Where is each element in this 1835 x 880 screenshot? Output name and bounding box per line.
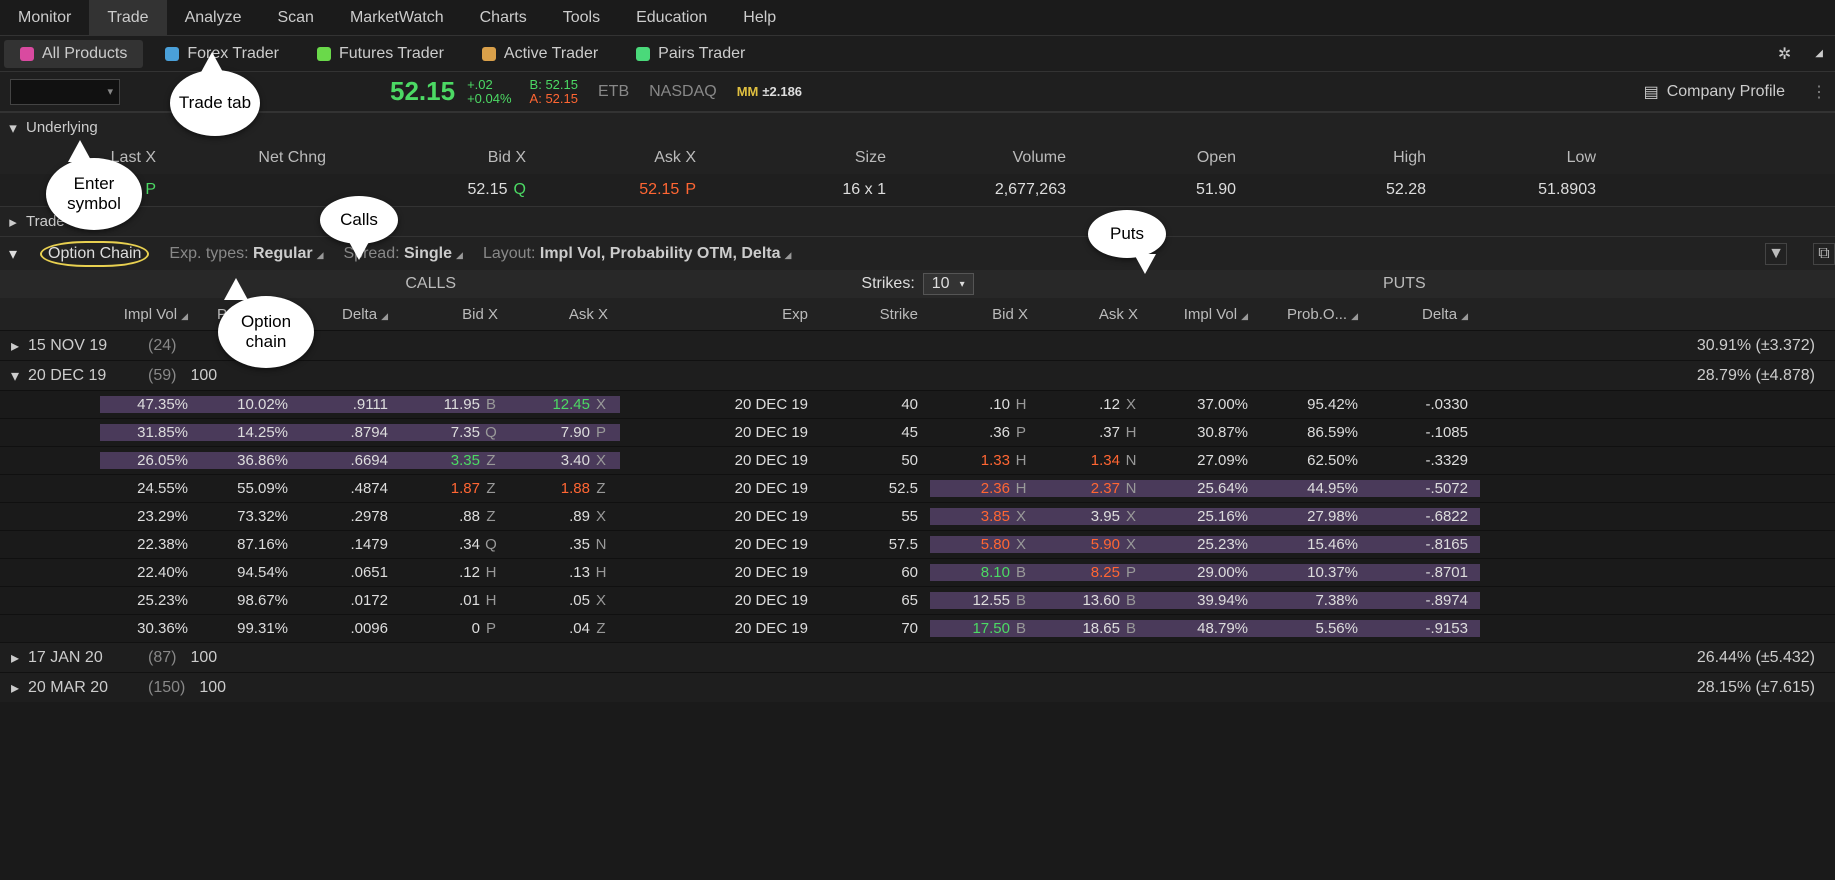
company-profile-button[interactable]: ▤ Company Profile [1626, 82, 1803, 102]
profile-icon: ▤ [1644, 82, 1659, 102]
tab-futures-trader[interactable]: Futures Trader [301, 40, 460, 68]
menu-help[interactable]: Help [725, 0, 794, 35]
option-row[interactable]: 24.55%55.09%.48741.87Z1.88Z20 DEC 1952.5… [0, 474, 1835, 502]
option-row[interactable]: 22.38%87.16%.1479.34Q.35N20 DEC 1957.55.… [0, 530, 1835, 558]
tab-active-trader[interactable]: Active Trader [466, 40, 614, 68]
layout-selector[interactable]: Layout: Impl Vol, Probability OTM, Delta… [483, 245, 791, 263]
option-row[interactable]: 23.29%73.32%.2978.88Z.89X20 DEC 19553.85… [0, 502, 1835, 530]
option-row[interactable]: 22.40%94.54%.0651.12H.13H20 DEC 19608.10… [0, 558, 1835, 586]
menu-education[interactable]: Education [618, 0, 725, 35]
collapse-all-icon[interactable]: ▼ [1765, 243, 1787, 265]
chevron-down-icon[interactable]: ▾ [6, 244, 20, 264]
option-row[interactable]: 25.23%98.67%.0172.01H.05X20 DEC 196512.5… [0, 586, 1835, 614]
option-row[interactable]: 26.05%36.86%.66943.35Z3.40X20 DEC 19501.… [0, 446, 1835, 474]
etb-badge: ETB [598, 83, 629, 101]
tab-icon [165, 47, 179, 61]
callout-puts: Puts [1088, 210, 1166, 258]
expiration-row[interactable]: ▸17 JAN 20(87)10026.44% (±5.432) [0, 642, 1835, 672]
menu-analyze[interactable]: Analyze [167, 0, 260, 35]
quote-bar: 52.15 +.02+0.04% B: 52.15 A: 52.15 ETB N… [0, 72, 1835, 112]
option-row[interactable]: 30.36%99.31%.00960P.04Z20 DEC 197017.50B… [0, 614, 1835, 642]
puts-label: PUTS [974, 275, 1835, 293]
exchange-label: NASDAQ [649, 83, 717, 101]
tab-label: Futures Trader [339, 45, 444, 63]
strikes-label: Strikes: [861, 275, 914, 293]
tab-all-products[interactable]: All Products [4, 40, 143, 68]
underlying-header: Last XNet ChngBid XAsk XSizeVolumeOpenHi… [0, 142, 1835, 174]
menu-monitor[interactable]: Monitor [0, 0, 89, 35]
section-underlying[interactable]: ▾ Underlying [0, 112, 1835, 142]
menu-tools[interactable]: Tools [545, 0, 618, 35]
main-menubar: MonitorTradeAnalyzeScanMarketWatchCharts… [0, 0, 1835, 36]
option-row[interactable]: 31.85%14.25%.87947.35Q7.90P20 DEC 1945.3… [0, 418, 1835, 446]
tab-icon [482, 47, 496, 61]
underlying-row: 52.15P 52.15Q 52.15P 16 x 1 2,677,263 51… [0, 174, 1835, 206]
menu-marketwatch[interactable]: MarketWatch [332, 0, 462, 35]
more-icon[interactable]: ⋮ [1803, 82, 1835, 102]
mm-badge: MM±2.186 [737, 84, 802, 99]
callout-calls: Calls [320, 196, 398, 244]
exp-types-selector[interactable]: Exp. types: Regular◢ [169, 245, 323, 263]
bid-ask-mini: B: 52.15 A: 52.15 [530, 78, 578, 106]
tab-pairs-trader[interactable]: Pairs Trader [620, 40, 761, 68]
option-chain-label: Option Chain [40, 241, 149, 267]
menu-trade[interactable]: Trade [89, 0, 166, 35]
tab-icon [317, 47, 331, 61]
tab-label: All Products [42, 45, 127, 63]
callout-option-chain: Option chain [218, 296, 314, 368]
menu-charts[interactable]: Charts [462, 0, 545, 35]
tab-label: Active Trader [504, 45, 598, 63]
tab-icon [20, 47, 34, 61]
strikes-selector[interactable]: 10▾ [923, 273, 974, 295]
expiration-row[interactable]: ▸20 MAR 20(150)10028.15% (±7.615) [0, 672, 1835, 702]
sub-toolbar: All ProductsForex TraderFutures TraderAc… [0, 36, 1835, 72]
menu-scan[interactable]: Scan [259, 0, 331, 35]
callout-trade-tab: Trade tab [170, 70, 260, 136]
last-price: 52.15 [390, 76, 455, 107]
option-chain-controls: ▾ Option Chain Exp. types: Regular◢ Spre… [0, 236, 1835, 270]
tab-label: Pairs Trader [658, 45, 745, 63]
tab-icon [636, 47, 650, 61]
price-change: +.02+0.04% [467, 78, 511, 106]
popout-icon[interactable]: ⧉ [1813, 243, 1835, 265]
calls-puts-header: CALLS Strikes: 10▾ PUTS [0, 270, 1835, 298]
symbol-input[interactable] [10, 79, 120, 105]
chevron-right-icon: ▸ [6, 213, 20, 231]
section-trade[interactable]: ▸ Trade [0, 206, 1835, 236]
callout-enter-symbol: Enter symbol [46, 158, 142, 230]
gear-icon[interactable]: ✲ [1766, 44, 1803, 64]
calls-label: CALLS [0, 275, 861, 293]
chevron-down-icon: ▾ [6, 119, 20, 137]
option-row[interactable]: 47.35%10.02%.911111.95B12.45X20 DEC 1940… [0, 390, 1835, 418]
expand-icon[interactable]: ◢ [1803, 48, 1835, 59]
